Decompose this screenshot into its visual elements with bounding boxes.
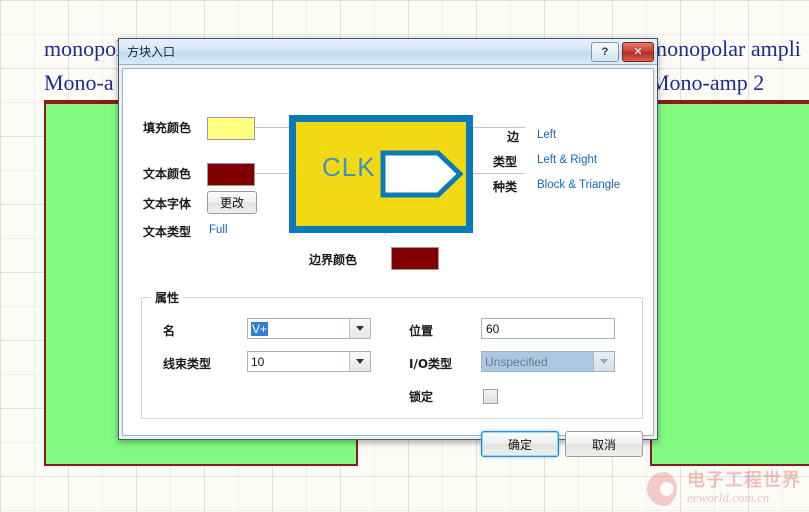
position-input[interactable]: 60 [481, 318, 615, 339]
side-value-link[interactable]: Left [537, 129, 556, 141]
watermark-en-text: eeworld.com.cn [687, 490, 770, 506]
close-icon[interactable]: ✕ [622, 41, 654, 62]
properties-group-title: 属性 [151, 289, 184, 306]
label-type: 类型 [493, 155, 518, 169]
chevron-down-icon[interactable] [349, 319, 370, 338]
cancel-button[interactable]: 取消 [565, 431, 643, 457]
label-name: 名 [163, 324, 176, 338]
fill-color-swatch[interactable] [207, 117, 255, 140]
leader-border-h [385, 234, 386, 235]
name-combo-value: V+ [248, 319, 349, 338]
kind-value-link[interactable]: Block & Triangle [537, 179, 620, 191]
label-fill-color: 填充颜色 [143, 121, 192, 135]
label-harness-type: 线束类型 [163, 357, 212, 371]
label-kind: 种类 [493, 180, 518, 194]
green-block-right[interactable] [650, 102, 809, 466]
help-icon[interactable]: ? [591, 41, 619, 62]
label-text-color: 文本颜色 [143, 167, 192, 181]
border-color-swatch[interactable] [391, 247, 439, 270]
chevron-down-icon [593, 352, 614, 371]
type-value-link[interactable]: Left & Right [537, 154, 597, 166]
change-font-button[interactable]: 更改 [207, 191, 257, 214]
dialog-title: 方块入口 [127, 45, 176, 59]
io-type-combo: Unspecified [481, 351, 615, 372]
label-border-color: 边界颜色 [309, 253, 358, 267]
preview-label: CLK [322, 152, 376, 182]
io-type-value: Unspecified [485, 354, 548, 369]
name-combo-selected-text: V+ [251, 321, 269, 336]
lock-checkbox [483, 389, 498, 404]
label-lock: 锁定 [409, 390, 434, 404]
chevron-down-icon[interactable] [349, 352, 370, 371]
harness-type-value: 10 [251, 354, 265, 369]
label-position: 位置 [409, 324, 434, 338]
text-color-swatch[interactable] [207, 163, 255, 186]
label-text-font: 文本字体 [143, 197, 192, 211]
schematic-subtitle-left: Mono-a [44, 70, 114, 95]
dialog-titlebar[interactable]: 方块入口 ? ✕ [119, 39, 657, 65]
harness-type-combo[interactable]: 10 [247, 351, 371, 372]
watermark-logo-icon [647, 472, 681, 506]
label-side: 边 [507, 130, 520, 144]
block-entry-dialog[interactable]: 方块入口 ? ✕ CLK 填充颜色 文本颜色 文本字体 更改 文本类型 Full… [118, 38, 658, 457]
name-combo[interactable]: V+ [247, 318, 371, 339]
watermark-cn-text: 电子工程世界 [687, 470, 801, 492]
schematic-subtitle-right: Mono-amp 2 [650, 70, 765, 95]
block-preview: CLK [289, 115, 473, 233]
schematic-title-right: monopolar ampli [650, 36, 801, 61]
label-text-type: 文本类型 [143, 225, 192, 239]
text-type-link[interactable]: Full [209, 224, 228, 236]
watermark: 电子工程世界 eeworld.com.cn [647, 472, 801, 506]
label-io-type: I/O类型 [409, 357, 453, 371]
block-triangle-shape [380, 150, 464, 198]
ok-button[interactable]: 确定 [481, 431, 559, 457]
leader-type [473, 173, 525, 174]
dialog-body: CLK 填充颜色 文本颜色 文本字体 更改 文本类型 Full 边界颜色 边 L… [122, 68, 654, 457]
